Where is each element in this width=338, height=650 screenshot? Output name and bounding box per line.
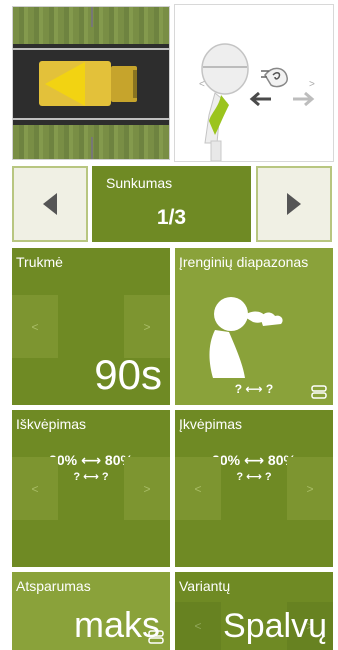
resistance-label: Atsparumas: [16, 578, 91, 594]
inhale-label: Įkvėpimas: [179, 416, 243, 432]
person-breathing-icon: [209, 297, 266, 378]
prev-difficulty-button[interactable]: [12, 166, 88, 242]
breathing-illustration: < >: [174, 4, 334, 162]
device-range-label: Įrenginių diapazonas: [179, 254, 309, 270]
variants-label: Variantų: [179, 578, 231, 594]
resistance-tile[interactable]: Atsparumas maks: [12, 572, 170, 650]
next-difficulty-button[interactable]: [256, 166, 332, 242]
svg-text:<: <: [199, 79, 205, 90]
variants-tile[interactable]: Variantų < > Spalvų: [175, 572, 333, 650]
duration-tile[interactable]: Trukmė < > 90s: [12, 248, 170, 405]
device-range-tile[interactable]: Įrenginių diapazonas ? ⟷ ?: [175, 248, 333, 405]
inhale-tile[interactable]: Įkvėpimas 20% ⟷ 80% ? ⟷ ? < >: [175, 410, 333, 567]
difficulty-value: 1/3: [156, 206, 187, 229]
chevron-left-icon: [43, 193, 57, 215]
difficulty-label: Sunkumas: [106, 175, 173, 191]
inhale-decrease-button[interactable]: <: [175, 457, 221, 520]
link-icon: [148, 630, 164, 644]
exhale-decrease-button[interactable]: <: [12, 457, 58, 520]
inhale-increase-button[interactable]: >: [287, 457, 333, 520]
duration-decrease-button[interactable]: <: [12, 295, 58, 358]
chevron-right-icon: [287, 193, 301, 215]
exhale-tile[interactable]: Iškvėpimas 20% ⟷ 80% ? ⟷ ? < >: [12, 410, 170, 567]
exhale-increase-button[interactable]: >: [124, 457, 170, 520]
device-range-value: ? ⟷ ?: [234, 382, 274, 396]
exhale-label: Iškvėpimas: [16, 416, 87, 432]
exhale-cloud-icon: [261, 312, 283, 326]
variants-prev-button[interactable]: <: [175, 602, 221, 650]
duration-increase-button[interactable]: >: [124, 295, 170, 358]
truck-icon: [39, 61, 137, 106]
duration-value: 90s: [94, 351, 162, 398]
road-preview-image: [12, 6, 170, 160]
variants-value: Spalvų: [223, 607, 327, 645]
svg-text:>: >: [309, 79, 315, 90]
link-icon: [311, 385, 327, 399]
difficulty-tile: Sunkumas 1/3: [92, 166, 251, 242]
duration-label: Trukmė: [16, 254, 63, 270]
